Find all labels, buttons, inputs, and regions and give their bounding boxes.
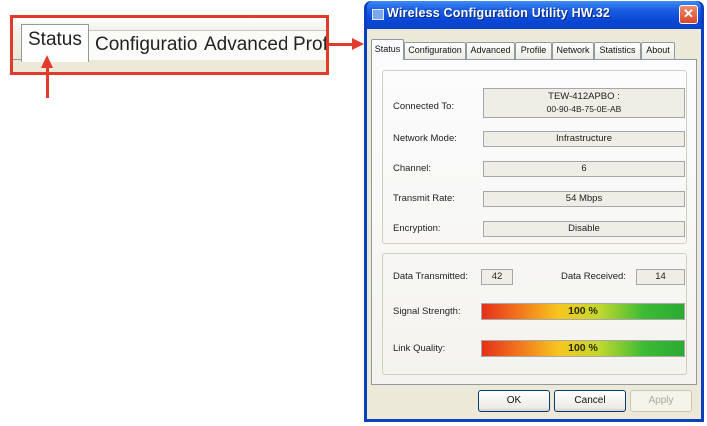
connected-to-ssid: TEW-412APBO : [548, 91, 620, 102]
tab-status[interactable]: Status [371, 39, 404, 60]
signal-strength-label: Signal Strength: [393, 306, 461, 317]
data-received-field: 14 [636, 269, 685, 285]
title-bar[interactable]: Wireless Configuration Utility HW.32 ✕ [367, 1, 701, 29]
channel-field: 6 [483, 161, 685, 177]
data-received-label: Data Received: [561, 271, 626, 282]
tab-about[interactable]: About [641, 42, 675, 59]
channel-label: Channel: [393, 163, 432, 174]
tab-statistics[interactable]: Statistics [594, 42, 641, 59]
data-transmitted-field: 42 [481, 269, 513, 285]
callout-arrow-right-head [352, 38, 364, 50]
zoomed-tab-callout: Status Configuration Advanced Profi [10, 15, 329, 75]
link-quality-text: 100 % [568, 342, 598, 354]
tab-strip: Status Configuration Advanced Profile Ne… [371, 39, 697, 60]
tab-advanced[interactable]: Advanced [466, 42, 515, 59]
network-mode-field: Infrastructure [483, 131, 685, 147]
callout-arrow-up [46, 66, 49, 98]
apply-button[interactable]: Apply [630, 390, 692, 412]
ok-button[interactable]: OK [478, 390, 550, 412]
transmit-rate-label: Transmit Rate: [393, 193, 455, 204]
connected-to-field: TEW-412APBO : 00-90-4B-75-0E-AB [483, 88, 685, 118]
signal-strength-text: 100 % [568, 305, 598, 317]
zoomed-tab-advanced[interactable]: Advanced [198, 30, 296, 60]
connected-to-label: Connected To: [393, 101, 455, 112]
tab-profile[interactable]: Profile [515, 42, 552, 59]
zoomed-tab-profile[interactable]: Profi [287, 30, 326, 60]
close-icon[interactable]: ✕ [679, 5, 698, 24]
zoomed-tab-status[interactable]: Status [21, 24, 89, 62]
cancel-button[interactable]: Cancel [554, 390, 626, 412]
window-title: Wireless Configuration Utility HW.32 [387, 6, 611, 20]
link-quality-label: Link Quality: [393, 343, 446, 354]
tab-configuration[interactable]: Configuration [404, 42, 466, 59]
link-quality-bar: 100 % [481, 340, 685, 357]
signal-strength-bar: 100 % [481, 303, 685, 320]
encryption-field: Disable [483, 221, 685, 237]
tab-network[interactable]: Network [552, 42, 594, 59]
data-transmitted-label: Data Transmitted: [393, 271, 468, 282]
status-tab-panel: Connected To: TEW-412APBO : 00-90-4B-75-… [371, 59, 697, 385]
network-mode-label: Network Mode: [393, 133, 457, 144]
connected-to-mac: 00-90-4B-75-0E-AB [546, 104, 622, 114]
zoomed-tab-configuration[interactable]: Configuration [89, 30, 216, 60]
transmit-rate-field: 54 Mbps [483, 191, 685, 207]
callout-arrow-up-head [41, 55, 53, 68]
connection-info-group: Connected To: TEW-412APBO : 00-90-4B-75-… [382, 70, 687, 244]
window-client-area: Status Configuration Advanced Profile Ne… [367, 29, 701, 419]
app-window-icon [372, 9, 384, 20]
traffic-quality-group: Data Transmitted: 42 Data Received: 14 S… [382, 253, 687, 375]
wireless-config-window: Wireless Configuration Utility HW.32 ✕ S… [364, 1, 704, 422]
encryption-label: Encryption: [393, 223, 441, 234]
zoomed-tab-strip: Status Configuration Advanced Profi [13, 18, 326, 72]
